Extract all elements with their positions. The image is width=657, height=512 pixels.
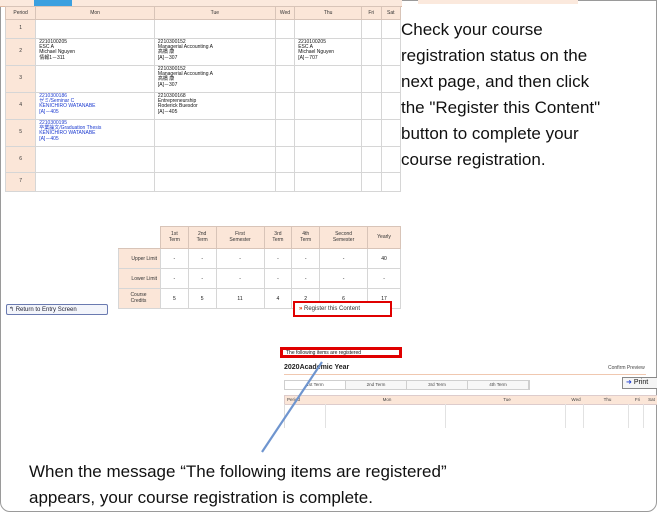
completion-note: When the message “The following items ar…	[29, 462, 447, 507]
pointer-arrow-icon	[261, 361, 323, 453]
